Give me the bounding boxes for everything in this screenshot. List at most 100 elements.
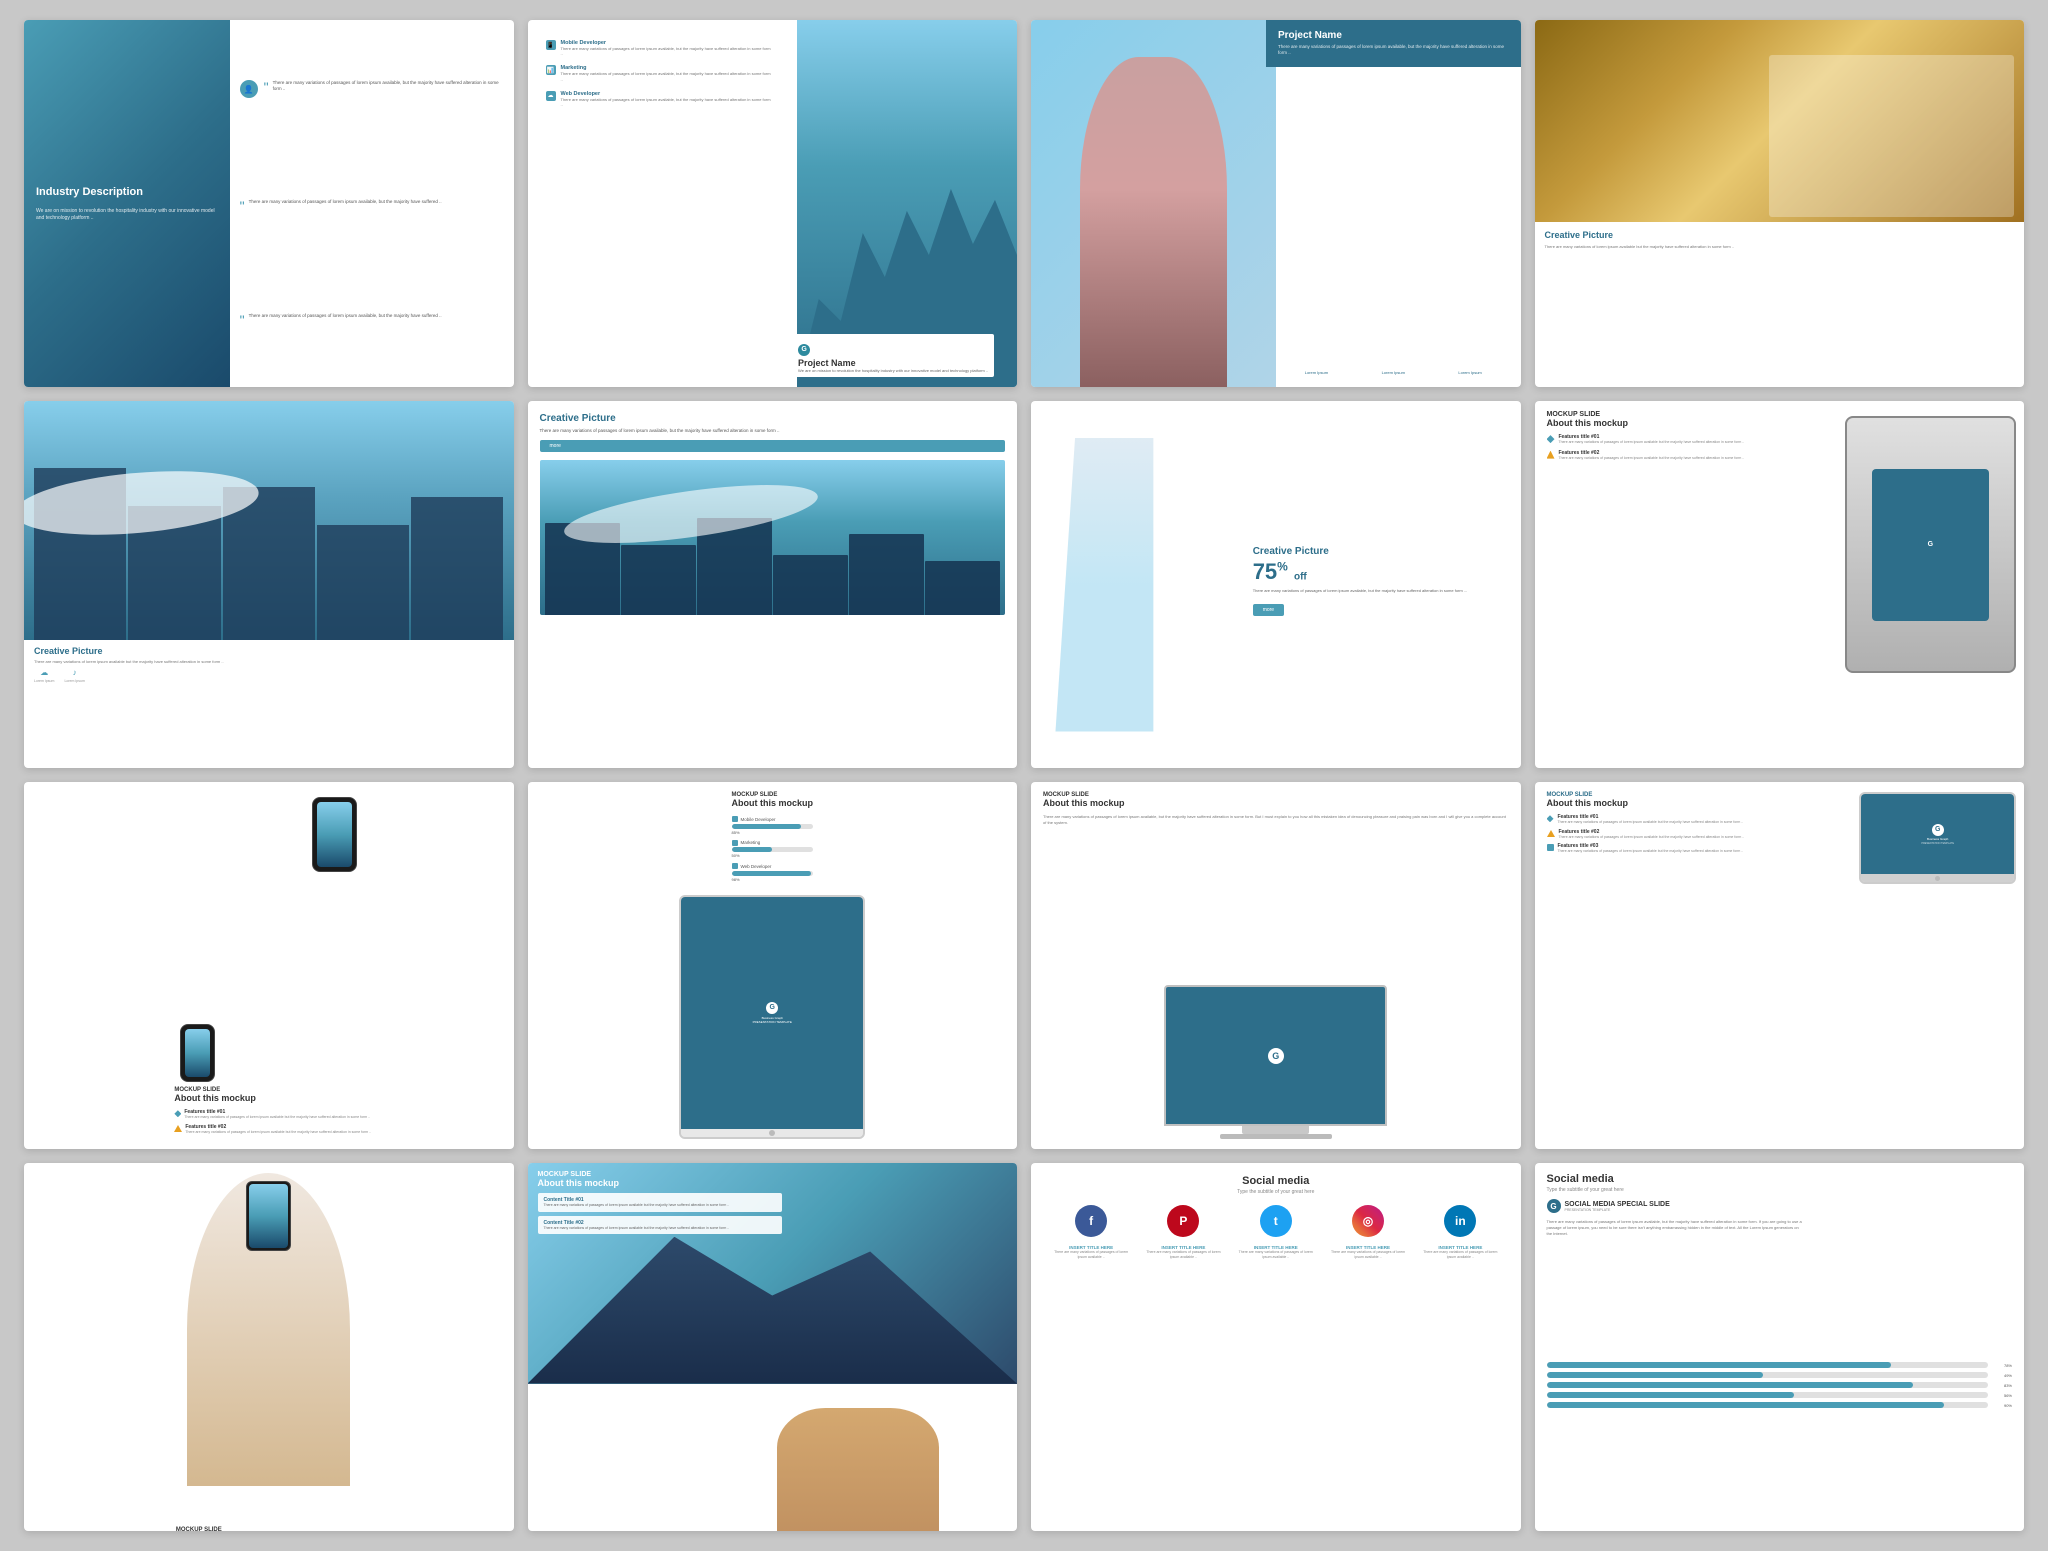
features-list: Features title #01 There are many variat… — [1547, 434, 1817, 465]
features-list: Features title #01 There are many variat… — [1547, 814, 1836, 858]
slide-mockup-tablet-hand: MOCKUP SLIDE About this mockup Content T… — [528, 1163, 1018, 1530]
feat-icon-2 — [174, 1125, 182, 1132]
slide-left: MOCKUP SLIDE About this mockup Mobile De… — [732, 792, 814, 887]
feat-text-1: Features title #01 There are many variat… — [1558, 814, 1744, 825]
slide-title: Project Name — [1278, 30, 1509, 41]
more-button[interactable]: more — [1253, 604, 1284, 616]
slide-desc: There are many variations of passages of… — [540, 428, 1006, 434]
chart-bar-2: 49% — [1547, 1372, 2013, 1378]
bar-icon-1 — [732, 816, 738, 822]
quote-block-2: " There are many variations of passages … — [240, 199, 442, 213]
left-content: 📱 Mobile Developer There are many variat… — [538, 30, 782, 121]
phone-small-screen — [185, 1029, 210, 1077]
bar-pct-4: 56% — [1992, 1393, 2012, 1398]
slide-project-name-woman: Project Name There are many variations o… — [1031, 20, 1521, 387]
bar-pct-3: 98% — [732, 877, 814, 882]
bar-1: Mobile Developer 85% — [732, 816, 814, 835]
slide-desc: There are many variations of passages of… — [1547, 1219, 1803, 1236]
feat-desc-1: There are many variations of passages of… — [1558, 820, 1744, 825]
stat-label-3: Lorem Ipsum — [1458, 370, 1481, 375]
brand-icon: G — [1547, 1199, 1561, 1213]
feat-desc-1: There are many variations of passages of… — [1559, 440, 1745, 445]
slide-mockup-phones: MOCKUP SLIDE About this mockup Features … — [24, 782, 514, 1149]
more-button[interactable]: more — [540, 440, 1006, 452]
feat-icon-1 — [1547, 435, 1555, 443]
slide-mockup-tablet-right: MOCKUP SLIDE About this mockup Features … — [1535, 782, 2025, 1149]
feat-desc-3: There are many variations of passages of… — [1558, 849, 1744, 854]
text-block-1: There are many variations of passages of… — [273, 80, 504, 93]
slide-title: Creative Picture — [540, 413, 1006, 424]
tablet-hand: G Business Graph PRESENTATION TEMPLATE — [723, 1200, 992, 1530]
slide-title: About this mockup — [1043, 798, 1509, 808]
feat-icon-3 — [1547, 844, 1554, 851]
feat-desc-2: There are many variations of passages of… — [1559, 456, 1745, 461]
slide-eyebrow: MOCKUP SLIDE — [538, 1171, 783, 1178]
slide-mockup-bars: MOCKUP SLIDE About this mockup Mobile De… — [528, 782, 1018, 1149]
slide-creative-more: Creative Picture There are many variatio… — [528, 401, 1018, 768]
slide-title: About this mockup — [538, 1178, 783, 1188]
menu-desc-3: There are many variations of passages of… — [561, 97, 774, 107]
slide-left: MOCKUP SLIDE About this mockup There are… — [1043, 792, 1509, 979]
quote-text-3: There are many variations of passages of… — [249, 313, 442, 319]
chart-bar-5: 90% — [1547, 1402, 2013, 1408]
slide-mockup-hand-phone: MOCKUP SLIDE About this mockup Features … — [24, 1163, 514, 1530]
header-bar: Project Name There are many variations o… — [1266, 20, 1521, 67]
discount-number: 75 — [1253, 559, 1277, 584]
brand-icon: G — [1268, 1048, 1284, 1064]
bar-icon-3 — [732, 863, 738, 869]
project-name: Project Name — [798, 358, 988, 368]
slide-content: MOCKUP SLIDE About this mockup Features … — [166, 1087, 371, 1139]
woman-figure — [1080, 57, 1227, 387]
avatar: 👤 — [240, 80, 258, 98]
bar-track-2 — [1547, 1372, 1989, 1378]
stat-label-2: Lorem Ipsum — [1382, 370, 1405, 375]
slide-grid: Industry Description We are on mission t… — [24, 20, 2024, 1531]
hand-phone — [187, 1173, 350, 1520]
social-label-1: INSERT TITLE HERE There are many variati… — [1050, 1245, 1133, 1259]
bar-pct-2: 49% — [1992, 1373, 2012, 1378]
bar-pct-1: 85% — [732, 830, 814, 835]
monitor-wrap: G — [1164, 985, 1387, 1139]
slide-social-media-icons: Social media Type the subtitle of your g… — [1031, 1163, 1521, 1530]
social-desc-2: There are many variations of passages of… — [1142, 1250, 1225, 1259]
right-content: G Project Name We are on mission to revo… — [782, 20, 1017, 387]
feat-text-1: Features title #01 There are many variat… — [1559, 434, 1745, 445]
stat-label-1: Lorem Ipsum — [1305, 370, 1328, 375]
slide-desc: There are many variations of passages of… — [1278, 44, 1509, 57]
social-desc-5: There are many variations of passages of… — [1419, 1250, 1502, 1259]
quote-block-1: " There are many variations of passages … — [264, 80, 504, 94]
bottom-bar: Lorem Ipsum Lorem Ipsum Lorem Ipsum — [1266, 353, 1521, 387]
bar-lbl-3: Web Developer — [732, 863, 814, 869]
chart-bar-4: 56% — [1547, 1392, 2013, 1398]
slide-title: Creative Picture — [1545, 230, 2015, 240]
menu-item-3: ☁ Web Developer There are many variation… — [546, 91, 774, 107]
social-labels-row: INSERT TITLE HERE There are many variati… — [1045, 1245, 1507, 1259]
bar-fill-3 — [1547, 1382, 1913, 1388]
profile-item-1: 👤 " There are many variations of passage… — [240, 80, 504, 98]
quote-mark-3: " — [240, 313, 245, 327]
slide-creative-buildings: Creative Picture There are many variatio… — [24, 401, 514, 768]
chart-bar-3: 83% — [1547, 1382, 2013, 1388]
social-desc-4: There are many variations of passages of… — [1327, 1250, 1410, 1259]
slide-creative-discount: Creative Picture 75% off There are many … — [1031, 401, 1521, 768]
slide-eyebrow: MOCKUP SLIDE — [176, 1527, 362, 1531]
slide-desc: There are many variations of lorem ipsum… — [34, 659, 504, 664]
bar-fill-3 — [732, 871, 812, 876]
slide-industry-description: Industry Description We are on mission t… — [24, 20, 514, 387]
linkedin-icon: in — [1444, 1205, 1476, 1237]
monitor-base — [1220, 1134, 1332, 1139]
phone-stack — [180, 792, 357, 1087]
social-icons-row: f P t ◎ in — [1045, 1205, 1507, 1237]
monitor-screen: G — [1166, 987, 1385, 1124]
chart-bar-1: 78% — [1547, 1362, 2013, 1368]
bar-fill-1 — [732, 824, 801, 829]
bar-fill-1 — [1547, 1362, 1891, 1368]
tablet-home — [681, 1129, 863, 1137]
icon-item-1: ☁ Lorem Ipsum — [34, 668, 54, 683]
social-label-4: INSERT TITLE HERE There are many variati… — [1327, 1245, 1410, 1259]
left-panel: Industry Description We are on mission t… — [24, 20, 230, 387]
quote-mark: " — [264, 80, 269, 94]
quote-text-1: There are many variations of passages of… — [273, 80, 504, 93]
brand-text: SOCIAL MEDIA SPECIAL SLIDE PRESENTATION … — [1565, 1201, 1670, 1212]
bar-pct-5: 90% — [1992, 1403, 2012, 1408]
